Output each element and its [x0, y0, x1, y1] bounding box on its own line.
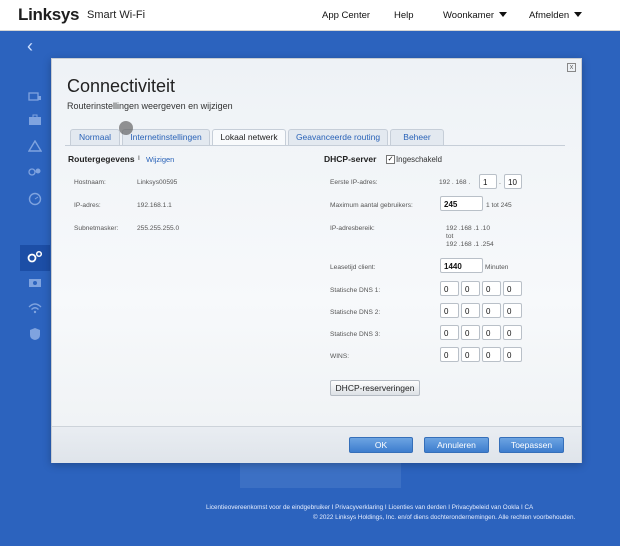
dns1-octet3-input[interactable]: 0 [482, 281, 501, 296]
footer-copyright: © 2022 Linksys Holdings, Inc. en/of dien… [313, 514, 576, 521]
cancel-button[interactable]: Annuleren [424, 437, 489, 453]
dns3-octet1-input[interactable]: 0 [440, 325, 459, 340]
subnet-label: Subnetmasker: [74, 225, 119, 232]
dns2-octet1-input[interactable]: 0 [440, 303, 459, 318]
top-bar: Linksys Smart Wi-Fi App Center Help Woon… [0, 0, 620, 31]
help-link[interactable]: Help [394, 10, 414, 21]
chevron-down-icon [574, 12, 583, 17]
dns2-octet2-input[interactable]: 0 [461, 303, 480, 318]
connectivity-dialog: x Connectiviteit Routerinstellingen weer… [51, 58, 582, 463]
location-label: Woonkamer [443, 10, 495, 21]
dns2-octet3-input[interactable]: 0 [482, 303, 501, 318]
dns2-octet4-input[interactable]: 0 [503, 303, 522, 318]
dns1-octet2-input[interactable]: 0 [461, 281, 480, 296]
ip-address-label: IP-adres: [74, 202, 101, 209]
dialog-footer: OK Annuleren Toepassen [52, 426, 581, 463]
tab-internetinstellingen[interactable]: Internetinstellingen [122, 129, 210, 145]
dns2-label: Statische DNS 2: [330, 309, 381, 316]
logout-menu[interactable]: Afmelden [529, 10, 583, 21]
start-ip-octet3-input[interactable]: 1 [479, 174, 497, 189]
parental-controls-icon[interactable] [27, 166, 43, 182]
ip-range-label: IP-adresbereik: [330, 225, 375, 232]
dialog-title: Connectiviteit [67, 76, 176, 96]
local-network-pane: Routergegevens I Wijzigen Hostnaam: Link… [65, 146, 565, 426]
max-users-range: 1 tot 245 [486, 202, 512, 209]
tab-geavanceerde-routing[interactable]: Geavanceerde routing [288, 129, 388, 145]
toolbox-icon[interactable] [27, 114, 43, 130]
wins-label: WINS: [330, 353, 350, 360]
dns1-label: Statische DNS 1: [330, 287, 381, 294]
connectivity-gear-icon[interactable] [27, 250, 43, 266]
start-ip-octet4-input[interactable]: 10 [504, 174, 522, 189]
start-ip-label: Eerste IP-adres: [330, 179, 378, 186]
lease-time-unit: Minuten [485, 264, 509, 271]
hostname-value: Linksys00595 [137, 179, 178, 186]
wins-octet2-input[interactable]: 0 [461, 347, 480, 362]
wins-octet4-input[interactable]: 0 [503, 347, 522, 362]
max-users-input[interactable]: 245 [440, 196, 483, 211]
chevron-down-icon [499, 12, 508, 17]
dns3-octet4-input[interactable]: 0 [503, 325, 522, 340]
dhcp-heading: DHCP-server [324, 154, 377, 164]
tab-beheer[interactable]: Beheer [390, 129, 444, 145]
tab-normaal[interactable]: Normaal [70, 129, 120, 145]
hostname-label: Hostnaam: [74, 179, 106, 186]
linksys-logo[interactable]: Linksys [18, 5, 80, 25]
security-shield-icon[interactable] [27, 327, 43, 343]
ok-button[interactable]: OK [349, 437, 413, 453]
max-users-label: Maximum aantal gebruikers: [330, 202, 413, 209]
camera-icon[interactable] [27, 276, 43, 292]
dns1-octet1-input[interactable]: 0 [440, 281, 459, 296]
ip-range-separator: tot [446, 233, 454, 240]
close-icon[interactable]: x [567, 63, 576, 72]
location-menu[interactable]: Woonkamer [443, 10, 508, 21]
router-heading: Routergegevens [68, 154, 135, 164]
wins-octet3-input[interactable]: 0 [482, 347, 501, 362]
dhcp-enabled-checkbox[interactable]: ✓ [386, 155, 395, 164]
edit-router-link[interactable]: Wijzigen [146, 155, 174, 164]
apply-button[interactable]: Toepassen [499, 437, 564, 453]
heading-separator: I [138, 155, 140, 162]
speed-icon[interactable] [27, 192, 43, 208]
product-name: Smart Wi-Fi [87, 9, 146, 21]
dialog-subtitle: Routerinstellingen weergeven en wijzigen [67, 101, 233, 111]
lease-time-input[interactable]: 1440 [440, 258, 483, 273]
back-arrow-icon[interactable]: ‹ [27, 36, 33, 57]
ip-range-start: 192 .168 .1 .10 [446, 225, 490, 232]
wifi-icon[interactable] [27, 302, 43, 318]
warning-icon[interactable] [27, 139, 43, 156]
footer-links[interactable]: Licentieovereenkomst voor de eindgebruik… [206, 504, 616, 511]
ip-address-value: 192.168.1.1 [137, 202, 172, 209]
dns3-octet2-input[interactable]: 0 [461, 325, 480, 340]
dns3-octet3-input[interactable]: 0 [482, 325, 501, 340]
lease-time-label: Leasetijd client: [330, 264, 376, 271]
ip-range-end: 192 .168 .1 .254 [446, 241, 494, 248]
dhcp-reservations-button[interactable]: DHCP-reserveringen [330, 380, 420, 396]
device-list-icon[interactable] [27, 90, 43, 106]
tab-lokaal-netwerk[interactable]: Lokaal netwerk [212, 129, 286, 146]
logout-label: Afmelden [529, 10, 570, 21]
background-panel [240, 461, 401, 488]
subnet-value: 255.255.255.0 [137, 225, 180, 232]
cursor-indicator [119, 121, 133, 135]
dns3-label: Statische DNS 3: [330, 331, 381, 338]
dhcp-enabled-label: Ingeschakeld [396, 155, 442, 164]
dns1-octet4-input[interactable]: 0 [503, 281, 522, 296]
start-ip-fixed: 192 . 168 . [439, 179, 471, 186]
wins-octet1-input[interactable]: 0 [440, 347, 459, 362]
octet-dot: . [499, 179, 501, 186]
app-center-link[interactable]: App Center [322, 10, 370, 21]
